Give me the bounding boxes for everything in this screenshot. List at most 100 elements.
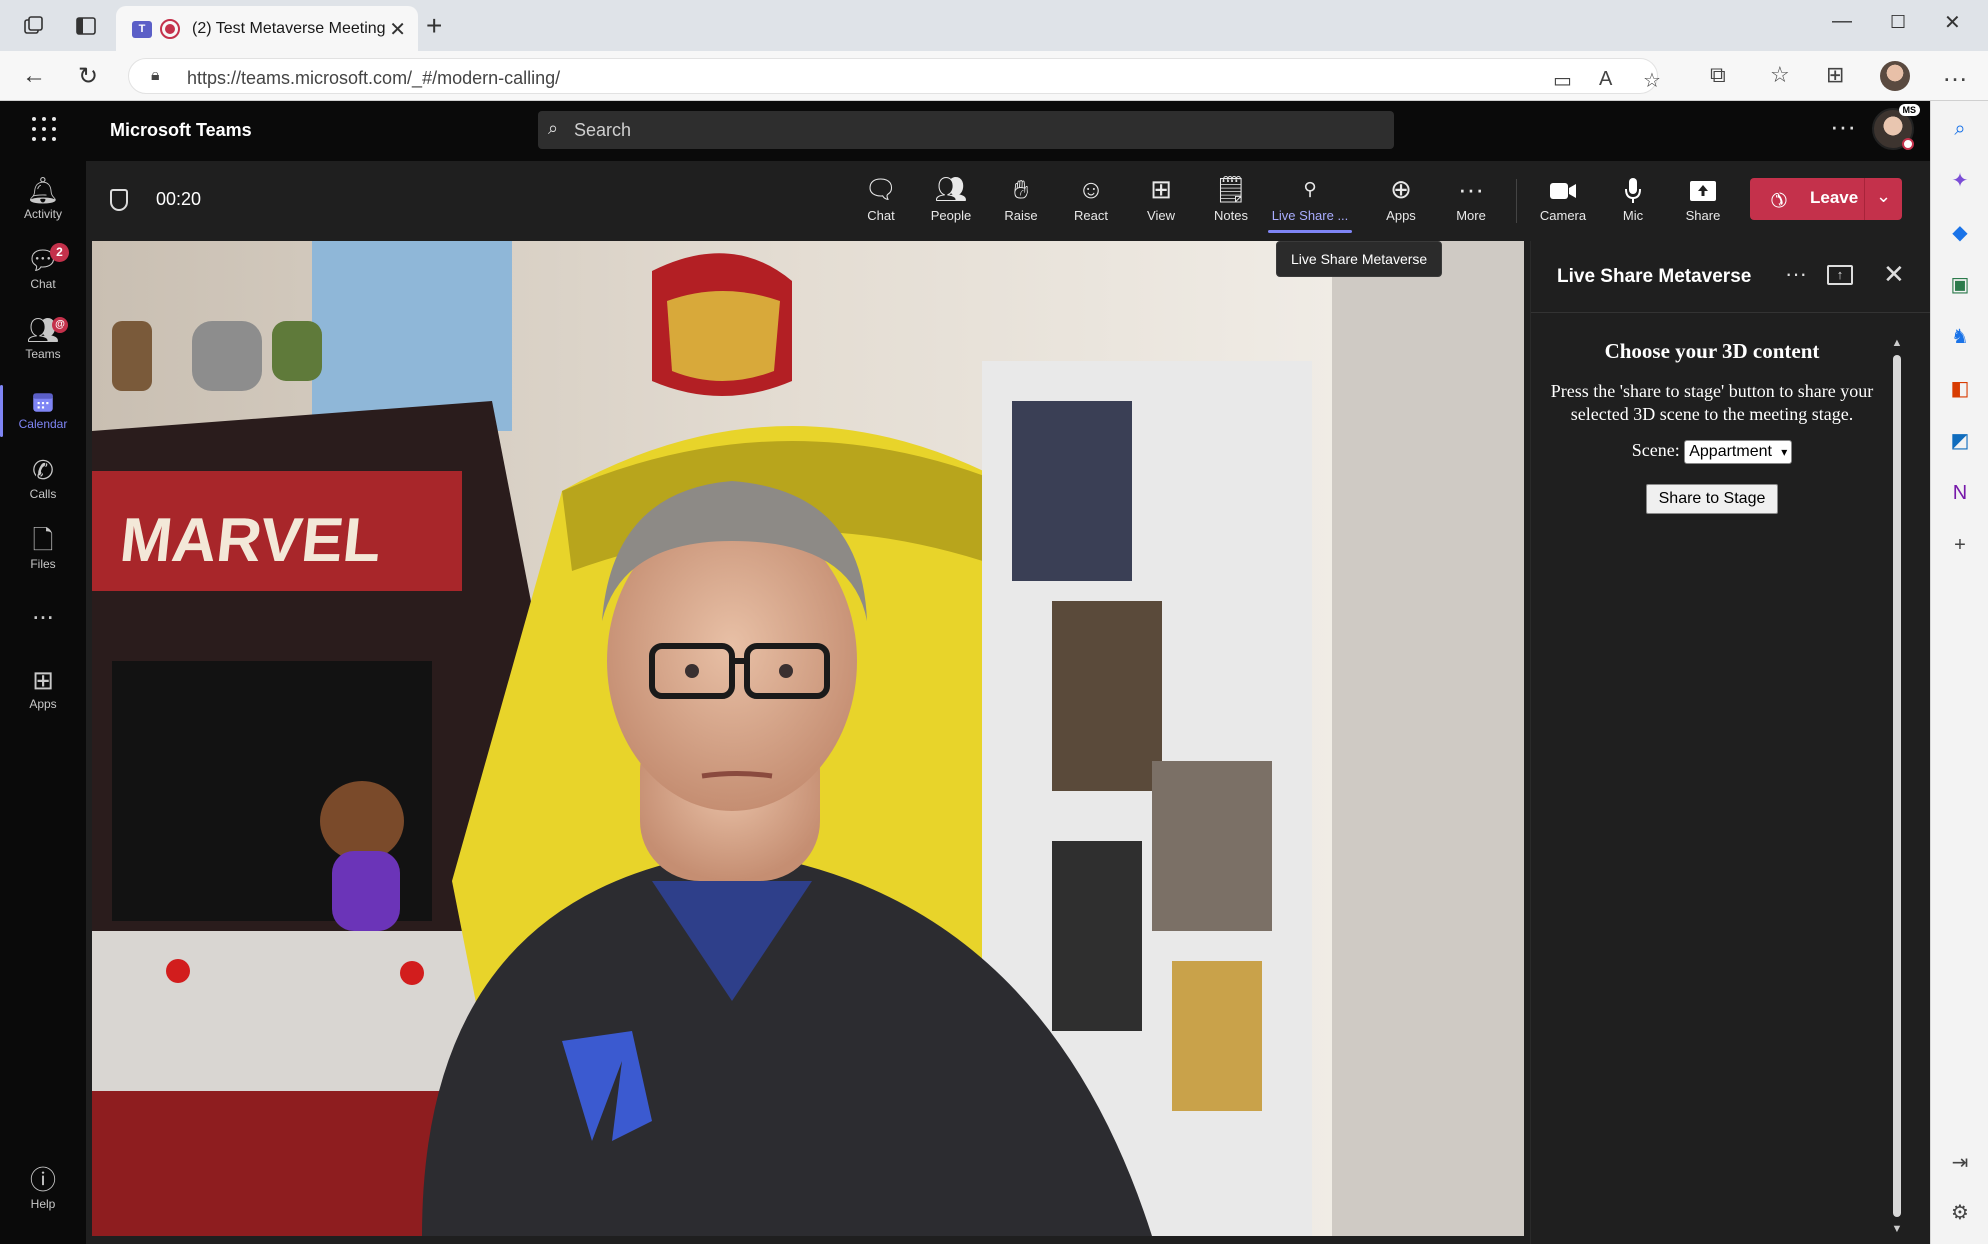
- file-icon: 🗋︎: [32, 525, 54, 555]
- hang-up-icon: ✆: [1764, 185, 1792, 213]
- panel-title: Live Share Metaverse: [1557, 266, 1752, 287]
- toolbar-camera-button[interactable]: Camera: [1528, 173, 1598, 223]
- teams-badge: @: [52, 317, 68, 333]
- close-icon[interactable]: ✕: [1883, 259, 1905, 290]
- new-tab-icon[interactable]: +: [426, 10, 442, 42]
- toolbar-live-share-button[interactable]: ⚲ Live Share ...: [1266, 173, 1354, 233]
- share-to-stage-button[interactable]: Share to Stage: [1646, 484, 1778, 514]
- shopping-tag-icon[interactable]: ◆: [1946, 219, 1974, 247]
- scene-label: Scene:: [1631, 440, 1680, 461]
- app-launcher-icon[interactable]: [30, 115, 58, 143]
- camera-icon: [1528, 173, 1598, 205]
- tools-icon[interactable]: ▣: [1946, 271, 1974, 299]
- popout-icon[interactable]: ↑: [1827, 265, 1853, 285]
- bell-icon: 🔔︎: [26, 175, 60, 205]
- hide-sidebar-icon[interactable]: ⇥: [1946, 1149, 1974, 1177]
- rail-item-more[interactable]: ...: [0, 591, 86, 651]
- calendar-icon: [0, 385, 86, 415]
- toolbar-notes-button[interactable]: 🗒︎ Notes: [1196, 173, 1266, 223]
- tab-close-icon[interactable]: ✕: [389, 17, 406, 42]
- lock-icon[interactable]: 🔒︎: [151, 67, 160, 85]
- chat-bubble-icon: 🗨︎: [864, 174, 898, 204]
- phone-icon: ✆: [32, 455, 54, 485]
- onenote-icon[interactable]: N: [1946, 479, 1974, 507]
- rail-item-help[interactable]: ⓘ Help: [0, 1161, 86, 1221]
- leave-button[interactable]: ✆ Leave ⌄: [1750, 178, 1902, 220]
- panel-more-icon[interactable]: ···: [1785, 261, 1807, 287]
- org-badge: MS: [1898, 104, 1920, 116]
- outlook-icon[interactable]: ◩: [1946, 427, 1974, 455]
- apps-icon: ⊞: [32, 665, 54, 695]
- scene-select[interactable]: Appartment ▾: [1684, 440, 1793, 464]
- people-icon: 👥︎: [934, 174, 968, 204]
- presence-dot: [1902, 138, 1914, 150]
- settings-more-icon[interactable]: ···: [1830, 111, 1856, 142]
- chevron-down-icon[interactable]: ⌄: [1876, 186, 1891, 207]
- panel-scrollbar[interactable]: ▲ ▼: [1890, 337, 1904, 1237]
- url-text[interactable]: https://teams.microsoft.com/_#/modern-ca…: [187, 68, 560, 89]
- collections-icon[interactable]: ⊞: [1826, 62, 1844, 88]
- add-favorite-icon[interactable]: ☆: [1643, 68, 1661, 93]
- search-icon[interactable]: ⌕: [1946, 115, 1974, 143]
- scene-row: Scene: Appartment ▾: [1539, 440, 1885, 464]
- toolbar-more-button[interactable]: ··· More: [1436, 173, 1506, 223]
- scroll-down-icon[interactable]: ▼: [1890, 1223, 1904, 1235]
- shield-icon[interactable]: [110, 189, 128, 211]
- teams-app: Microsoft Teams ⌕ Search ··· MS 🔔︎ Activ…: [0, 101, 1931, 1244]
- rail-item-calls[interactable]: ✆ Calls: [0, 451, 86, 511]
- rail-item-apps[interactable]: ⊞ Apps: [0, 661, 86, 721]
- copilot-icon[interactable]: ✦: [1946, 167, 1974, 195]
- rail-item-files[interactable]: 🗋︎ Files: [0, 521, 86, 581]
- refresh-icon[interactable]: ↻: [78, 62, 98, 91]
- teams-icon: 👥︎: [26, 315, 60, 345]
- back-icon[interactable]: ←: [22, 62, 46, 90]
- rail-item-activity[interactable]: 🔔︎ Activity: [0, 171, 86, 231]
- extensions-icon[interactable]: ⧉: [1710, 62, 1726, 88]
- app-rail: 🔔︎ Activity 💬︎ Chat 2 👥︎ Teams @ Calenda…: [0, 161, 86, 1244]
- recording-icon: [160, 19, 180, 39]
- toolbar-people-button[interactable]: 👥︎ People: [916, 173, 986, 223]
- rail-item-teams[interactable]: 👥︎ Teams @: [0, 311, 86, 371]
- active-tab[interactable]: T (2) Test Metaverse Meeting ✕: [116, 6, 418, 51]
- scroll-thumb[interactable]: [1893, 355, 1901, 1217]
- rail-label: Chat: [30, 277, 56, 291]
- toolbar-apps-button[interactable]: ⊕ Apps: [1366, 173, 1436, 223]
- window-close-icon[interactable]: ✕: [1944, 10, 1961, 35]
- minimize-icon[interactable]: —: [1832, 10, 1852, 33]
- ellipsis-icon: ···: [1458, 174, 1484, 204]
- workspaces-icon[interactable]: [22, 14, 46, 38]
- search-input[interactable]: ⌕ Search: [538, 111, 1394, 149]
- toolbar-mic-button[interactable]: Mic: [1598, 173, 1668, 223]
- toolbar-chat-button[interactable]: 🗨︎ Chat: [846, 173, 916, 223]
- add-icon[interactable]: +: [1946, 531, 1974, 559]
- office-icon[interactable]: ◧: [1946, 375, 1974, 403]
- rail-item-chat[interactable]: 💬︎ Chat 2: [0, 241, 86, 301]
- address-bar[interactable]: 🔒︎ https://teams.microsoft.com/_#/modern…: [128, 58, 1661, 94]
- rail-item-calendar[interactable]: Calendar: [0, 381, 86, 441]
- rail-label: Apps: [29, 697, 57, 711]
- tab-actions-icon[interactable]: [74, 14, 98, 38]
- read-aloud-icon[interactable]: A: [1599, 68, 1612, 91]
- toolbar-label: People: [930, 208, 972, 223]
- video-stage[interactable]: MARVEL: [92, 241, 1524, 1236]
- user-avatar[interactable]: MS: [1872, 104, 1920, 150]
- maximize-icon[interactable]: ☐: [1890, 12, 1906, 33]
- toolbar-view-button[interactable]: ⊞ View: [1126, 173, 1196, 223]
- toolbar-label: Share: [1685, 208, 1721, 223]
- edge-sidebar: ⌕ ✦ ◆ ▣ ♞ ◧ ◩ N + ⇥ ⚙: [1930, 101, 1988, 1244]
- more-icon: ...: [32, 595, 54, 625]
- toolbar-share-button[interactable]: Share: [1668, 173, 1738, 223]
- browser-profile-avatar[interactable]: [1880, 61, 1910, 91]
- camera-permission-icon[interactable]: ▭: [1553, 68, 1572, 93]
- help-icon: ⓘ: [29, 1165, 56, 1195]
- toolbar-raise-button[interactable]: ✋︎ Raise: [986, 173, 1056, 223]
- browser-menu-icon[interactable]: …: [1942, 57, 1968, 88]
- toolbar-react-button[interactable]: ☺ React: [1056, 173, 1126, 223]
- toolbar-label: Apps: [1386, 208, 1416, 223]
- favorites-icon[interactable]: ☆: [1770, 62, 1790, 88]
- games-icon[interactable]: ♞: [1946, 323, 1974, 351]
- scroll-up-icon[interactable]: ▲: [1890, 337, 1904, 349]
- toolbar-divider: [1516, 179, 1517, 223]
- rail-label: Files: [30, 557, 56, 571]
- settings-gear-icon[interactable]: ⚙: [1946, 1199, 1974, 1227]
